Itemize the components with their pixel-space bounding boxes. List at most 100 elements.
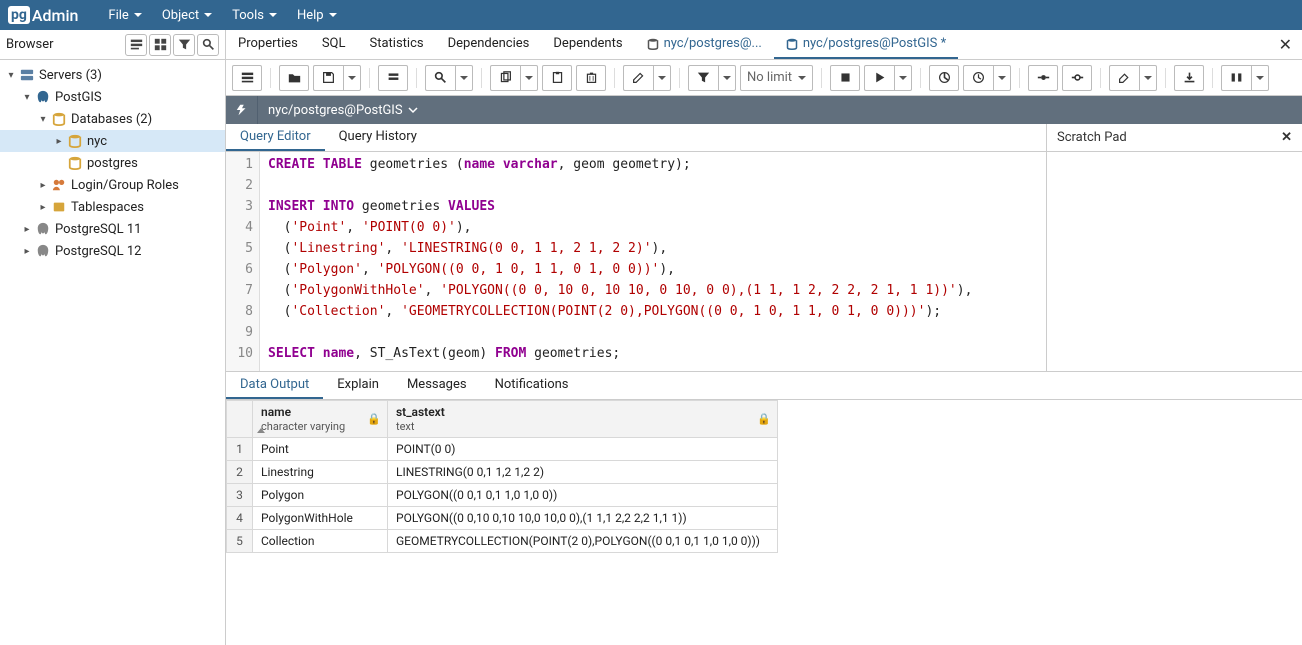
execute-button[interactable] [864,65,894,91]
menu-object[interactable]: Object [152,8,222,23]
save-button[interactable] [313,65,343,91]
cell-st_astext[interactable]: POLYGON((0 0,1 0,1 1,0 1,0 0)) [388,484,778,507]
chevron-down-icon [1256,76,1264,80]
paste-button[interactable] [542,65,572,91]
filter-dropdown[interactable] [718,65,736,91]
tab-statistics[interactable]: Statistics [358,30,436,59]
chevron-down-icon [204,13,212,17]
stop-button[interactable] [830,65,860,91]
close-scratch-button[interactable]: ✕ [1281,130,1292,145]
tree-db-postgres[interactable]: postgres [0,152,225,174]
table-row[interactable]: 4PolygonWithHolePOLYGON((0 0,10 0,10 10,… [227,507,778,530]
tab-messages[interactable]: Messages [393,372,481,399]
tab-dependencies[interactable]: Dependencies [436,30,542,59]
limit-select[interactable]: No limit [740,65,813,91]
tab-querytool-2[interactable]: nyc/postgres@PostGIS * [774,30,958,59]
lock-icon: 🔒 [367,413,381,426]
data-output-grid: name character varying 🔒 st_astext text … [226,400,1302,553]
tree-roles[interactable]: ▸Login/Group Roles [0,174,225,196]
chevron-down-icon [658,76,666,80]
explain-analyze-button[interactable] [963,65,993,91]
filter-button[interactable] [688,65,718,91]
main-tabs: Properties SQL Statistics Dependencies D… [226,30,1302,60]
tab-dependents[interactable]: Dependents [541,30,634,59]
close-tab-button[interactable]: ✕ [1269,30,1302,59]
cell-name[interactable]: Polygon [253,484,388,507]
chevron-down-icon [348,76,356,80]
tab-query-editor[interactable]: Query Editor [226,124,325,151]
col-header-st_astext[interactable]: st_astext text 🔒 [388,401,778,438]
explain-button[interactable] [929,65,959,91]
tree-filter-icon[interactable] [173,34,195,56]
cell-name[interactable]: PolygonWithHole [253,507,388,530]
clear-button[interactable] [1109,65,1139,91]
connection-status-icon[interactable] [226,96,258,124]
tab-sql[interactable]: SQL [310,30,358,59]
toggle-panel-button[interactable] [232,65,262,91]
connection-bar: nyc/postgres@PostGIS [226,96,1302,124]
table-row[interactable]: 1PointPOINT(0 0) [227,438,778,461]
macros-button[interactable] [1221,65,1251,91]
row-number: 2 [227,461,253,484]
search-dropdown[interactable] [455,65,473,91]
tree-pg12[interactable]: ▸PostgreSQL 12 [0,240,225,262]
explain-dropdown[interactable] [993,65,1011,91]
edit-button[interactable] [623,65,653,91]
tab-properties[interactable]: Properties [226,30,310,59]
menu-help[interactable]: Help [287,8,347,23]
open-file-button[interactable] [279,65,309,91]
cell-name[interactable]: Collection [253,530,388,553]
save-dropdown[interactable] [343,65,361,91]
cell-st_astext[interactable]: LINESTRING(0 0,1 1,2 1,2 2) [388,461,778,484]
tree-tablespaces[interactable]: ▸Tablespaces [0,196,225,218]
edit-dropdown[interactable] [653,65,671,91]
copy-dropdown[interactable] [520,65,538,91]
row-number: 3 [227,484,253,507]
cell-st_astext[interactable]: GEOMETRYCOLLECTION(POINT(2 0),POLYGON((0… [388,530,778,553]
row-number: 5 [227,530,253,553]
table-row[interactable]: 2LinestringLINESTRING(0 0,1 1,2 1,2 2) [227,461,778,484]
clear-dropdown[interactable] [1139,65,1157,91]
delete-button[interactable] [576,65,606,91]
download-button[interactable] [1174,65,1204,91]
cell-name[interactable]: Point [253,438,388,461]
database-icon [67,133,83,149]
tree-databases[interactable]: ▾Databases (2) [0,108,225,130]
tree-db-nyc[interactable]: ▸nyc [0,130,225,152]
sql-editor[interactable]: CREATE TABLE geometries (name varchar, g… [260,152,1046,371]
execute-dropdown[interactable] [894,65,912,91]
menu-tools[interactable]: Tools [222,8,287,23]
scratch-pad[interactable] [1046,152,1302,371]
table-row[interactable]: 3PolygonPOLYGON((0 0,1 0,1 1,0 1,0 0)) [227,484,778,507]
tree-pg11[interactable]: ▸PostgreSQL 11 [0,218,225,240]
chevron-down-icon [798,76,806,80]
tree-grid-icon[interactable] [149,34,171,56]
tab-explain[interactable]: Explain [323,372,393,399]
tree-search-icon[interactable] [197,34,219,56]
results-tabs: Data Output Explain Messages Notificatio… [226,372,1302,400]
cell-st_astext[interactable]: POINT(0 0) [388,438,778,461]
macros-dropdown[interactable] [1251,65,1269,91]
col-header-name[interactable]: name character varying 🔒 [253,401,388,438]
rollback-button[interactable] [1062,65,1092,91]
connection-path[interactable]: nyc/postgres@PostGIS [258,103,428,118]
copy-button[interactable] [490,65,520,91]
tab-data-output[interactable]: Data Output [226,372,323,399]
tree-postgis[interactable]: ▾PostGIS [0,86,225,108]
tree-servers[interactable]: ▾Servers (3) [0,64,225,86]
object-tree: ▾Servers (3) ▾PostGIS ▾Databases (2) ▸ny… [0,60,225,266]
menu-file[interactable]: File [98,8,151,23]
find-icon-button[interactable] [378,65,408,91]
tab-notifications[interactable]: Notifications [481,372,583,399]
tab-querytool-1[interactable]: nyc/postgres@... [635,30,774,59]
cell-st_astext[interactable]: POLYGON((0 0,10 0,10 10,0 10,0 0),(1 1,1… [388,507,778,530]
search-button[interactable] [425,65,455,91]
tab-query-history[interactable]: Query History [325,124,431,151]
tree-settings-icon[interactable] [125,34,147,56]
chevron-down-icon [134,13,142,17]
table-row[interactable]: 5CollectionGEOMETRYCOLLECTION(POINT(2 0)… [227,530,778,553]
cell-name[interactable]: Linestring [253,461,388,484]
commit-button[interactable] [1028,65,1058,91]
grid-corner[interactable] [227,401,253,438]
scratch-pad-header: Scratch Pad ✕ [1046,124,1302,151]
